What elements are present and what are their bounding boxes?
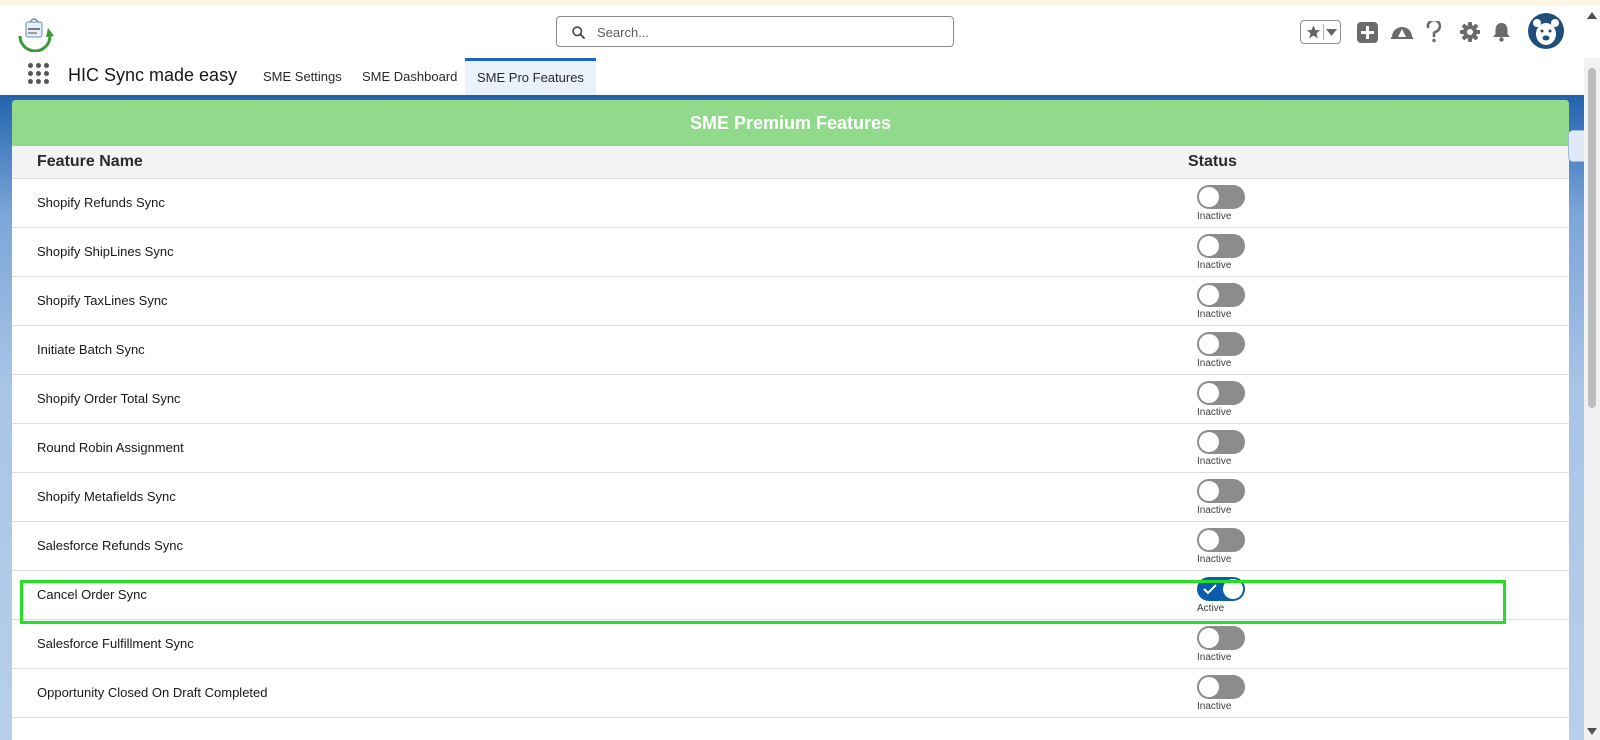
table-row: Shopify ShipLines Sync Inactive: [12, 228, 1569, 277]
table-header: Feature Name Status: [12, 146, 1569, 179]
toggle-knob: [1199, 285, 1219, 305]
status-toggle[interactable]: [1197, 528, 1245, 552]
scroll-down-icon[interactable]: [1587, 728, 1597, 735]
add-icon[interactable]: [1357, 22, 1378, 43]
table-row: Shopify Order Total Sync Inactive: [12, 375, 1569, 424]
status-label: Inactive: [1197, 211, 1232, 222]
trailhead-icon[interactable]: [1391, 22, 1413, 42]
feature-name: Salesforce Refunds Sync: [37, 538, 183, 553]
status-label: Inactive: [1197, 701, 1232, 712]
feature-name: Shopify ShipLines Sync: [37, 244, 174, 259]
feature-name: Round Robin Assignment: [37, 440, 184, 455]
toggle-knob: [1199, 187, 1219, 207]
feature-name: Shopify Refunds Sync: [37, 195, 165, 210]
checkmark-icon: [1203, 584, 1217, 595]
column-header-status: Status: [1188, 153, 1237, 170]
feature-name: Opportunity Closed On Draft Completed: [37, 685, 268, 700]
table-row: Shopify TaxLines Sync Inactive: [12, 277, 1569, 326]
table-row: Initiate Batch Sync Inactive: [12, 326, 1569, 375]
side-panel-tab[interactable]: [1568, 130, 1584, 162]
feature-name: Initiate Batch Sync: [37, 342, 145, 357]
table-row: Cancel Order Sync Active: [12, 571, 1569, 620]
toggle-knob: [1199, 530, 1219, 550]
toggle-knob: [1199, 481, 1219, 501]
app-launcher-icon[interactable]: [28, 63, 50, 85]
status-toggle[interactable]: [1197, 332, 1245, 356]
page-scrollbar[interactable]: [1584, 58, 1600, 740]
feature-name: Shopify TaxLines Sync: [37, 293, 168, 308]
table-row: Opportunity Closed On Draft Completed Ina…: [12, 669, 1569, 718]
toggle-knob: [1199, 628, 1219, 648]
status-label: Inactive: [1197, 358, 1232, 369]
table-row: Shopify Refunds Sync Inactive: [12, 179, 1569, 228]
status-label: Active: [1197, 603, 1225, 614]
status-toggle[interactable]: [1197, 430, 1245, 454]
toggle-knob: [1199, 236, 1219, 256]
app-logo[interactable]: [14, 14, 56, 53]
toggle-knob: [1199, 334, 1219, 354]
scrollbar-thumb[interactable]: [1588, 68, 1596, 408]
premium-features-card: SME Premium Features Feature Name Status…: [12, 100, 1569, 740]
status-label: Inactive: [1197, 456, 1232, 467]
table-row: Salesforce Refunds Sync Inactive: [12, 522, 1569, 571]
status-toggle[interactable]: [1197, 381, 1245, 405]
status-toggle[interactable]: [1197, 234, 1245, 258]
feature-name: Cancel Order Sync: [37, 587, 147, 602]
toggle-knob: [1199, 677, 1219, 697]
status-toggle[interactable]: [1197, 577, 1245, 601]
global-header: [0, 6, 1600, 58]
page-scroll-up-icon[interactable]: [1587, 12, 1597, 19]
tab-sme-settings[interactable]: SME Settings: [251, 58, 354, 95]
favorites-star-icon: [1306, 25, 1321, 39]
settings-gear-icon[interactable]: [1460, 22, 1480, 42]
feature-name: Shopify Metafields Sync: [37, 489, 176, 504]
status-toggle[interactable]: [1197, 626, 1245, 650]
status-label: Inactive: [1197, 554, 1232, 565]
app-name: HIC Sync made easy: [68, 65, 238, 85]
feature-name: Salesforce Fulfillment Sync: [37, 636, 194, 651]
status-label: Inactive: [1197, 309, 1232, 320]
search-input[interactable]: [595, 22, 939, 43]
status-label: Inactive: [1197, 505, 1232, 516]
status-label: Inactive: [1197, 652, 1232, 663]
status-label: Inactive: [1197, 260, 1232, 271]
table-row: Salesforce Fulfillment Sync Inactive: [12, 620, 1569, 669]
features-table-body: Shopify Refunds Sync Inactive Shopify Ship…: [12, 179, 1569, 718]
tab-sme-pro-features[interactable]: SME Pro Features: [465, 58, 596, 95]
toggle-knob: [1199, 432, 1219, 452]
favorites-button[interactable]: [1300, 20, 1341, 44]
table-row: Shopify Metafields Sync Inactive: [12, 473, 1569, 522]
toggle-knob: [1199, 383, 1219, 403]
toggle-knob: [1223, 579, 1243, 599]
notification-bell-icon[interactable]: [1492, 22, 1511, 42]
user-avatar[interactable]: [1528, 13, 1564, 49]
tab-sme-dashboard[interactable]: SME Dashboard: [350, 58, 469, 95]
search-icon: [572, 26, 585, 39]
status-toggle[interactable]: [1197, 479, 1245, 503]
favorites-dropdown-icon[interactable]: [1326, 29, 1337, 36]
help-icon[interactable]: [1426, 21, 1442, 43]
table-row: Round Robin Assignment Inactive: [12, 424, 1569, 473]
card-title: SME Premium Features: [12, 100, 1569, 146]
status-toggle[interactable]: [1197, 185, 1245, 209]
feature-name: Shopify Order Total Sync: [37, 391, 181, 406]
status-label: Inactive: [1197, 407, 1232, 418]
app-navigation-bar: HIC Sync made easy SME Settings SME Dash…: [0, 58, 1600, 98]
column-header-feature-name: Feature Name: [37, 153, 143, 170]
status-toggle[interactable]: [1197, 283, 1245, 307]
status-toggle[interactable]: [1197, 675, 1245, 699]
global-search[interactable]: [556, 16, 954, 47]
